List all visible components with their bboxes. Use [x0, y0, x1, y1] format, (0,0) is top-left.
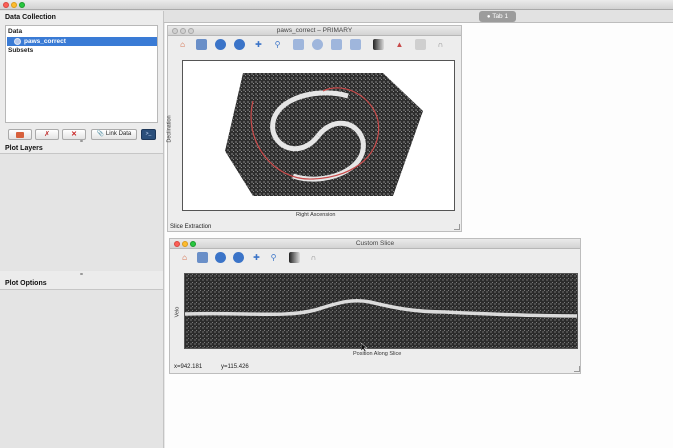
coord-x-readout: x=942.181 [174, 364, 203, 370]
image-xlabel: Right Ascension [296, 212, 336, 218]
data-collection-title: Data Collection [5, 14, 56, 21]
custom-slice-toolbar: ⌂ ✚ ⚲ ∩ [170, 250, 580, 266]
home-icon[interactable]: ⌂ [179, 252, 190, 263]
plot-options-panel [0, 289, 163, 448]
data-collection-list[interactable]: Data paws_correct Subsets [5, 25, 158, 123]
back-icon[interactable] [215, 39, 226, 50]
zoom-window-icon[interactable] [19, 2, 25, 8]
save-icon[interactable] [197, 252, 208, 263]
save-icon[interactable] [196, 39, 207, 50]
splitter-handle[interactable] [80, 140, 83, 142]
slice-image[interactable] [184, 274, 578, 348]
subset-icon: ✗ [44, 131, 50, 138]
folder-icon [16, 132, 24, 138]
link-icon: 📎 [96, 131, 105, 137]
minimize-icon[interactable] [182, 241, 188, 247]
link-data-label: Link Data [105, 131, 132, 137]
plot-layers-title: Plot Layers [5, 145, 43, 152]
data-item-paws-correct[interactable]: paws_correct [7, 37, 157, 46]
data-item-label: paws_correct [24, 38, 66, 45]
rectangle-select-icon[interactable] [293, 39, 304, 50]
minimize-icon[interactable] [180, 28, 186, 34]
contour-icon[interactable]: ▲ [394, 39, 405, 50]
link-data-button[interactable]: 📎 Link Data [91, 129, 137, 140]
home-icon[interactable]: ⌂ [177, 39, 188, 50]
data-root-item[interactable]: Data [8, 28, 22, 35]
tab-label: Tab 1 [492, 13, 509, 20]
close-icon[interactable] [3, 2, 9, 8]
plot-layers-panel [0, 153, 163, 271]
mouse-cursor-icon [361, 343, 367, 352]
coord-y-readout: y=115.426 [221, 364, 249, 370]
slice-plot-area[interactable] [184, 273, 578, 349]
resize-grip-icon[interactable] [454, 224, 460, 230]
close-icon[interactable] [172, 28, 178, 34]
spectrum-icon[interactable]: ∩ [308, 252, 319, 263]
forward-icon[interactable] [234, 39, 245, 50]
custom-slice-titlebar: Custom Slice [170, 239, 580, 249]
image-ylabel: Declination [166, 115, 173, 143]
custom-slice-window[interactable]: Custom Slice ⌂ ✚ ⚲ ∩ Position Along Slic… [169, 238, 581, 374]
left-panel: Data Collection Data paws_correct Subset… [0, 11, 164, 448]
image-status: Slice Extraction [170, 224, 212, 230]
resize-grip-icon[interactable] [574, 366, 580, 372]
slice-background [185, 274, 577, 348]
slice-ylabel: Velo [174, 306, 181, 318]
slice-icon[interactable] [415, 39, 426, 50]
image-viewer-title: paws_correct – PRIMARY [276, 27, 353, 34]
spectrum-icon[interactable]: ∩ [435, 39, 446, 50]
pan-icon[interactable]: ✚ [253, 39, 264, 50]
subsets-item[interactable]: Subsets [8, 47, 33, 54]
lasso-select-icon[interactable] [350, 39, 361, 50]
circle-select-icon[interactable] [312, 39, 323, 50]
maximize-icon[interactable] [190, 241, 196, 247]
zoom-icon[interactable]: ⚲ [272, 39, 283, 50]
forward-icon[interactable] [233, 252, 244, 263]
polygon-select-icon[interactable] [331, 39, 342, 50]
delete-button[interactable]: ✕ [62, 129, 86, 140]
image-viewer-toolbar: ⌂ ✚ ⚲ ▲ ∩ [168, 37, 461, 53]
plot-options-title: Plot Options [5, 280, 47, 287]
custom-slice-title: Custom Slice [355, 240, 395, 247]
terminal-button[interactable]: >_ [141, 129, 156, 140]
colormap-icon[interactable] [373, 39, 384, 50]
data-toolbar: ✗ ✕ 📎 Link Data >_ [5, 129, 158, 140]
maximize-icon[interactable] [188, 28, 194, 34]
image-plot-area[interactable] [182, 60, 455, 211]
zoom-icon[interactable]: ⚲ [268, 252, 279, 263]
splitter-handle-2[interactable] [80, 273, 83, 275]
minimize-icon[interactable] [11, 2, 17, 8]
define-subset-button[interactable]: ✗ [35, 129, 59, 140]
tab-1[interactable]: ● Tab 1 [479, 11, 516, 22]
load-data-button[interactable] [8, 129, 32, 140]
image-viewer-window[interactable]: paws_correct – PRIMARY ⌂ ✚ ⚲ ▲ ∩ Right A… [167, 25, 462, 232]
close-icon[interactable] [174, 241, 180, 247]
window-titlebar [0, 0, 673, 10]
galaxy-image[interactable] [183, 61, 454, 210]
image-viewer-titlebar: paws_correct – PRIMARY [168, 26, 461, 36]
dataset-icon [14, 38, 21, 45]
colormap-icon[interactable] [289, 252, 300, 263]
back-icon[interactable] [215, 252, 226, 263]
terminal-icon: >_ [145, 131, 152, 137]
pan-icon[interactable]: ✚ [251, 252, 262, 263]
delete-icon: ✕ [71, 131, 77, 138]
